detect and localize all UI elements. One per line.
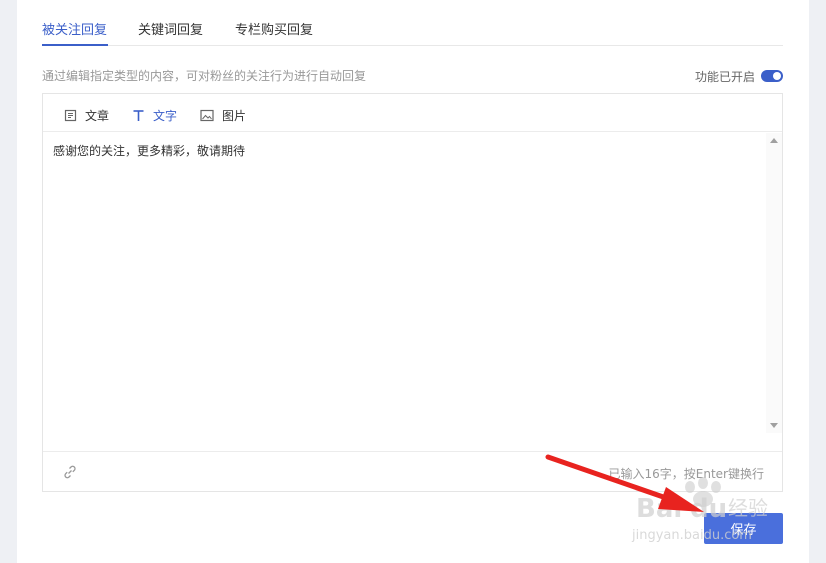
reply-text-area[interactable]: 感谢您的关注，更多精彩，敬请期待: [43, 133, 768, 433]
reply-tabs: 被关注回复 关键词回复 专栏购买回复: [42, 0, 783, 46]
editor-toolbar: 文章 文字 图片: [43, 94, 782, 132]
save-button[interactable]: 保存: [704, 513, 783, 544]
feature-toggle[interactable]: [761, 70, 783, 82]
feature-status: 功能已开启: [695, 67, 783, 85]
scroll-up-icon[interactable]: [770, 138, 778, 143]
article-icon: [64, 109, 77, 122]
toolbar-image-label: 图片: [222, 109, 247, 123]
tab-keyword-reply[interactable]: 关键词回复: [138, 19, 203, 38]
tab-column-purchase-reply[interactable]: 专栏购买回复: [235, 19, 313, 38]
toolbar-article-label: 文章: [85, 109, 110, 123]
scroll-down-icon[interactable]: [770, 423, 778, 428]
link-icon[interactable]: [63, 465, 77, 479]
active-tab-indicator: [42, 44, 108, 46]
text-icon: [133, 110, 144, 121]
tab-follow-reply[interactable]: 被关注回复: [42, 19, 107, 38]
feature-description: 通过编辑指定类型的内容，可对粉丝的关注行为进行自动回复: [42, 69, 367, 83]
reply-settings-panel: 被关注回复 关键词回复 专栏购买回复 通过编辑指定类型的内容，可对粉丝的关注行为…: [17, 0, 809, 563]
toolbar-text-button[interactable]: 文字: [132, 107, 177, 124]
toolbar-article-button[interactable]: 文章: [64, 107, 109, 124]
toggle-knob: [773, 72, 781, 80]
status-label: 功能已开启: [694, 69, 755, 84]
character-counter: 已输入16字，按Enter键换行: [608, 467, 764, 481]
toolbar-text-label: 文字: [153, 109, 178, 123]
editor-footer: 已输入16字，按Enter键换行: [43, 451, 782, 492]
editor-scrollbar[interactable]: [766, 133, 782, 433]
image-icon: [200, 109, 214, 122]
toolbar-image-button[interactable]: 图片: [200, 107, 246, 124]
reply-editor: 文章 文字 图片 感谢您的关注，更多精彩，敬请期待 已输入16字，按Enter键…: [42, 93, 783, 492]
